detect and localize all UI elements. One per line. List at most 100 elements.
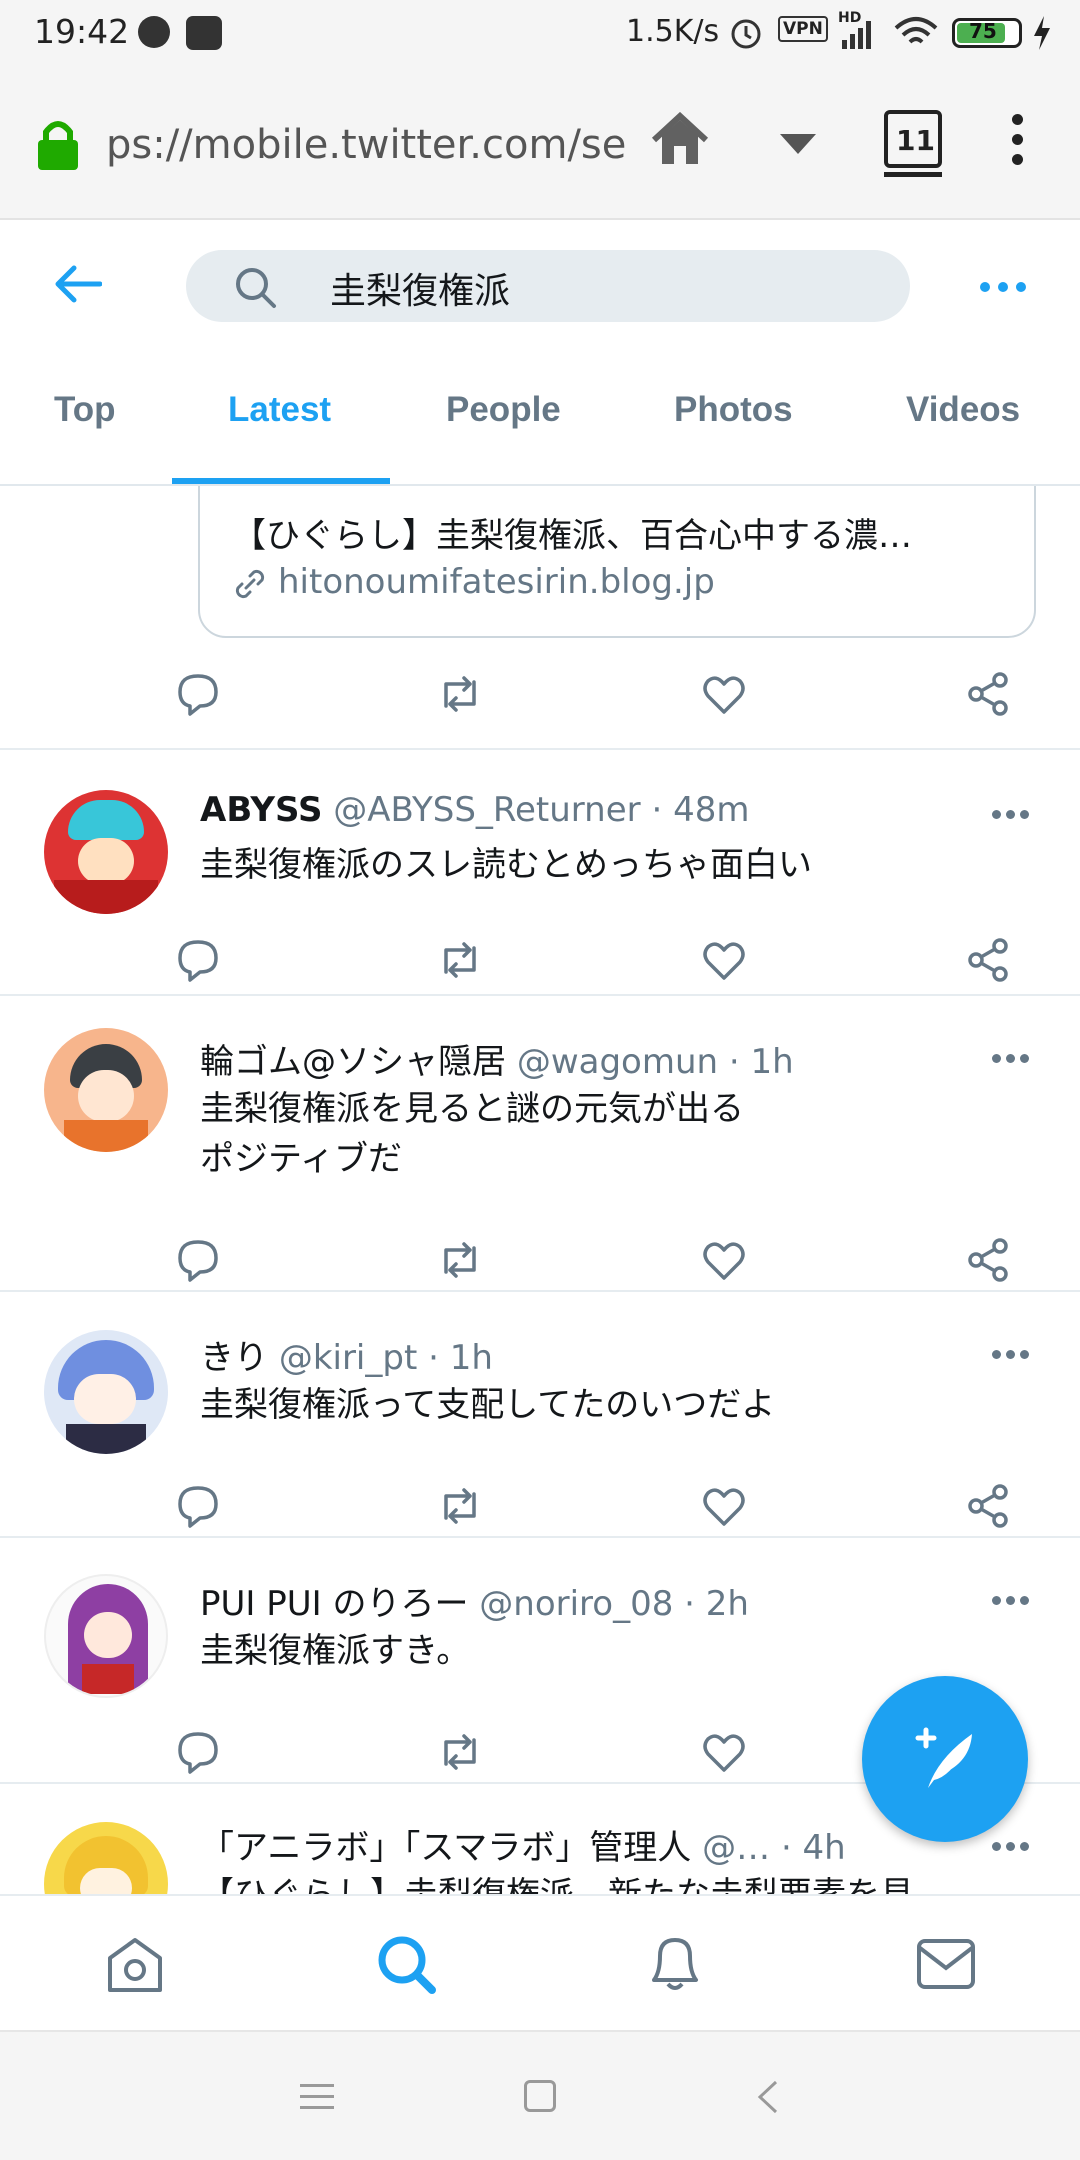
tweet-more-icon[interactable] [992,1842,1032,1852]
status-time: 19:42 [34,12,130,51]
share-icon[interactable] [964,670,1012,718]
handle[interactable]: @wagomun [517,1042,718,1082]
handle[interactable]: @… [702,1828,770,1868]
timestamp[interactable]: · 2h [684,1584,749,1624]
battery-icon: 75 [952,18,1022,48]
reply-icon[interactable] [174,1728,222,1776]
retweet-icon[interactable] [436,670,484,718]
tweet-actions [0,670,1080,730]
handle[interactable]: @ABYSS_Returner [333,790,640,830]
tweet-more-icon[interactable] [992,810,1032,820]
system-home-icon[interactable] [524,2080,556,2112]
reply-icon[interactable] [174,670,222,718]
link-card-title: 【ひぐらし】圭梨復権派、百合心中する濃… [232,516,912,556]
browser-menu-icon[interactable] [1012,114,1024,166]
share-icon[interactable] [964,1236,1012,1284]
avatar[interactable] [44,790,168,914]
display-name[interactable]: きり [200,1338,268,1378]
timestamp[interactable]: · 1h [729,1042,794,1082]
tab-videos[interactable]: Videos [906,390,1020,430]
tweet-header: きり @kiri_pt · 1h [200,1330,980,1379]
search-tabs: Top Latest People Photos Videos [0,352,1080,486]
url-field[interactable]: ps://mobile.twitter.com/se [106,122,626,168]
tab-top[interactable]: Top [54,390,116,430]
tweet-text: 圭梨復権派すき。 [200,1631,471,1671]
tweet-header: PUI PUI のりろー @noriro_08 · 2h [200,1576,980,1625]
like-icon[interactable] [700,936,748,984]
messages-envelope-icon[interactable] [916,1938,976,1990]
battery-level: 75 [969,19,997,43]
sync-icon [186,16,222,50]
back-arrow-icon[interactable] [54,264,102,304]
like-icon[interactable] [700,1728,748,1776]
tweet-more-icon[interactable] [992,1596,1032,1606]
tweet-header: ABYSS @ABYSS_Returner · 48m [200,790,980,830]
bottom-navigation [0,1894,1080,2030]
home-nav-icon[interactable] [106,1936,164,1994]
tab-switcher-underline [884,172,942,177]
handle[interactable]: @noriro_08 [479,1584,673,1624]
like-icon[interactable] [700,1236,748,1284]
link-card-domain: hitonoumifatesirin.blog.jp [278,562,715,602]
share-icon[interactable] [964,1482,1012,1530]
lock-icon [38,121,78,170]
tweet-header: 「アニラボ」「スマラボ」管理人 @… · 4h [200,1820,980,1869]
tweet-more-icon[interactable] [992,1350,1032,1360]
tweet-text: 圭梨復権派って支配してたのいつだよ [200,1385,776,1425]
avatar[interactable] [44,1028,168,1152]
status-bar: 19:42 1.5K/s VPN HD 75 [0,0,1080,66]
avatar[interactable] [44,1822,168,1894]
tweet-text: 圭梨復権派のスレ読むとめっちゃ面白い [200,845,812,885]
search-query: 圭梨復権派 [330,271,511,312]
globe-icon [138,16,170,48]
notifications-bell-icon[interactable] [646,1932,704,1996]
avatar[interactable] [44,1574,168,1698]
vpn-badge: VPN [778,16,828,42]
system-back-icon[interactable] [756,2078,780,2116]
retweet-icon[interactable] [436,936,484,984]
avatar[interactable] [44,1330,168,1454]
browser-toolbar: ps://mobile.twitter.com/se 11 [0,66,1080,220]
timestamp[interactable]: · 1h [428,1338,493,1378]
tweet-more-icon[interactable] [992,1054,1032,1064]
handle[interactable]: @kiri_pt [279,1338,417,1378]
tweet[interactable]: 輪ゴム@ソシャ隠居 @wagomun · 1h 圭梨復権派を見ると謎の元気が出る… [0,996,1080,1292]
display-name[interactable]: 「アニラボ」「スマラボ」管理人 [200,1828,691,1868]
reply-icon[interactable] [174,936,222,984]
compose-tweet-button[interactable] [862,1676,1028,1842]
display-name[interactable]: ABYSS [200,790,322,830]
timestamp[interactable]: · 4h [781,1828,846,1868]
reply-icon[interactable] [174,1236,222,1284]
retweet-icon[interactable] [436,1482,484,1530]
search-nav-icon[interactable] [376,1934,438,1996]
network-speed: 1.5K/s [626,14,720,49]
like-icon[interactable] [700,1482,748,1530]
retweet-icon[interactable] [436,1728,484,1776]
display-name[interactable]: 輪ゴム@ソシャ隠居 [200,1042,506,1082]
tab-latest[interactable]: Latest [228,390,331,430]
tab-switcher-button[interactable]: 11 [884,110,942,168]
tab-people[interactable]: People [446,390,561,430]
tweet-text: 【ひぐらし】圭梨復権派、新たな圭梨要素を見 [200,1870,1020,1894]
search-icon [236,268,276,308]
search-input[interactable]: 圭梨復権派 [186,250,910,322]
tweet-partial[interactable]: 【ひぐらし】圭梨復権派、百合心中する濃… hitonoumifatesirin.… [0,486,1080,750]
share-icon[interactable] [964,936,1012,984]
active-tab-indicator [172,478,390,484]
recent-apps-icon[interactable] [300,2084,334,2110]
reply-icon[interactable] [174,1482,222,1530]
system-navigation-bar [0,2030,1080,2160]
charging-icon [1034,16,1050,50]
search-more-icon[interactable] [980,282,1026,292]
display-name[interactable]: PUI PUI のりろー [200,1584,468,1624]
timestamp[interactable]: · 48m [651,790,749,830]
tweet[interactable]: ABYSS @ABYSS_Returner · 48m 圭梨復権派のスレ読むとめ… [0,750,1080,996]
retweet-icon[interactable] [436,1236,484,1284]
wifi-icon [894,17,938,44]
like-icon[interactable] [700,670,748,718]
home-icon[interactable] [650,112,710,168]
tweet[interactable]: きり @kiri_pt · 1h 圭梨復権派って支配してたのいつだよ [0,1292,1080,1538]
link-card[interactable]: 【ひぐらし】圭梨復権派、百合心中する濃… hitonoumifatesirin.… [198,486,1036,638]
tab-photos[interactable]: Photos [674,390,793,430]
dropdown-arrow-icon[interactable] [778,132,818,156]
